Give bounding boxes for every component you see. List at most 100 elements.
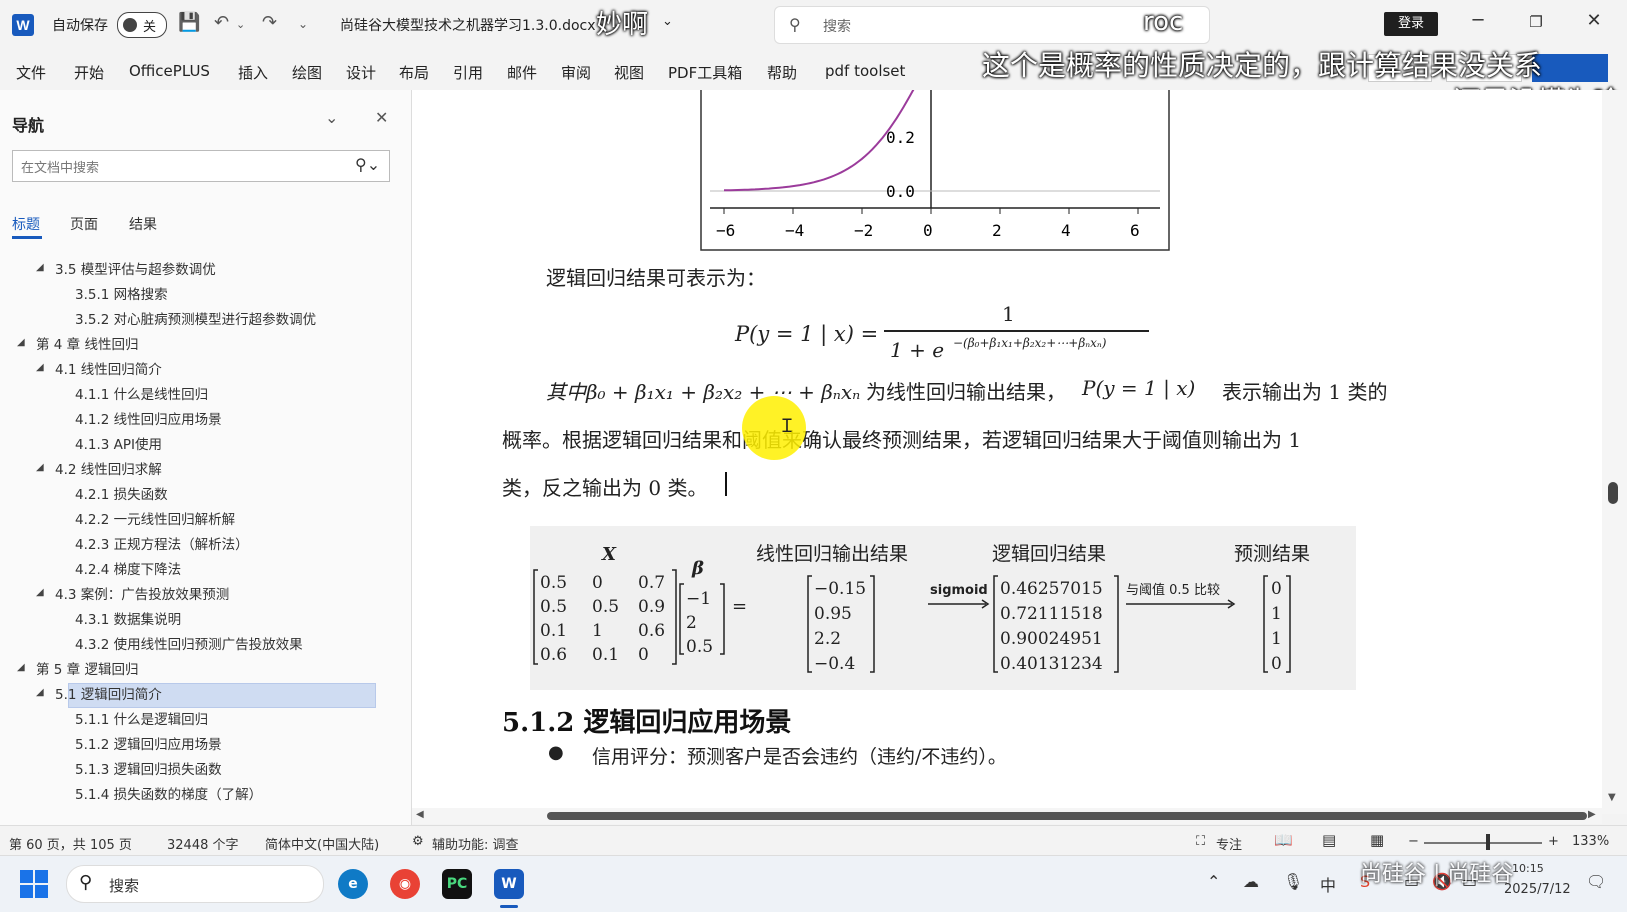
toc-item[interactable]: 4.3 案例：广告投放效果预测 <box>55 583 229 603</box>
share-button[interactable] <box>1532 54 1608 82</box>
horizontal-scroll-thumb[interactable] <box>547 812 1587 820</box>
toc-item[interactable]: 4.1.1 什么是线性回归 <box>75 383 208 403</box>
tab-headings[interactable]: 标题 <box>12 214 40 234</box>
autosave-toggle[interactable]: 关 <box>117 12 167 38</box>
tab-layout[interactable]: 布局 <box>399 62 429 83</box>
edge-icon[interactable]: e <box>338 869 368 899</box>
tab-results[interactable]: 结果 <box>129 214 157 234</box>
focus-mode-label[interactable]: 专注 <box>1216 834 1242 853</box>
toc-item-selected[interactable]: 5.1.1 什么是逻辑回归 <box>75 708 208 728</box>
document-title[interactable]: 尚硅谷大模型技术之机器学习1.3.0.docx <box>340 15 596 35</box>
toc-item[interactable]: 4.2 线性回归求解 <box>55 458 162 478</box>
navigation-pane: 导航 ⌄ ✕ 在文档中搜索 ⚲⌄ 标题 页面 结果 ◢ 3.5 模型评估与超参数… <box>0 90 412 825</box>
close-icon[interactable]: ✕ <box>375 108 388 127</box>
windows-start-icon[interactable] <box>20 870 48 898</box>
language-status[interactable]: 简体中文(中国大陆) <box>265 834 379 853</box>
collapse-icon[interactable]: ◢ <box>17 337 25 348</box>
tab-mailings[interactable]: 邮件 <box>507 62 537 83</box>
tab-pages[interactable]: 页面 <box>70 214 98 234</box>
tab-view[interactable]: 视图 <box>614 62 644 83</box>
toc-item[interactable]: 5.1 逻辑回归简介 <box>55 683 162 703</box>
ime-icon[interactable]: 中 <box>1320 872 1336 896</box>
toc-item[interactable]: 5.1.2 逻辑回归应用场景 <box>75 733 222 753</box>
tab-draw[interactable]: 绘图 <box>292 62 322 83</box>
zoom-in-icon[interactable]: + <box>1548 834 1559 849</box>
collapse-icon[interactable]: ◢ <box>36 462 44 473</box>
accessibility-status[interactable]: 辅助功能: 调查 <box>432 834 519 853</box>
toc-item[interactable]: 4.1.2 线性回归应用场景 <box>75 408 222 428</box>
toc-item[interactable]: 5.1.4 损失函数的梯度（了解） <box>75 783 262 803</box>
scroll-left-icon[interactable]: ◀ <box>416 809 424 820</box>
toc-item[interactable]: 4.1 线性回归简介 <box>55 358 162 378</box>
web-layout-icon[interactable]: ▦ <box>1370 831 1384 849</box>
login-button[interactable]: 登录 <box>1384 12 1438 36</box>
print-layout-icon[interactable]: ▤ <box>1322 831 1336 849</box>
global-search-box[interactable]: ⚲ 搜索 roc <box>774 6 1210 44</box>
pycharm-icon[interactable]: PC <box>442 869 472 899</box>
taskbar-search[interactable]: ⚲ 搜索 <box>66 865 324 903</box>
chrome-icon[interactable]: ◉ <box>390 869 420 899</box>
clock-date[interactable]: 2025/7/12 <box>1504 882 1571 897</box>
undo-icon[interactable]: ↶ <box>214 12 229 33</box>
collapse-icon[interactable]: ◢ <box>36 362 44 373</box>
tab-pdf-toolbox[interactable]: PDF工具箱 <box>668 62 742 83</box>
toc-item[interactable]: 4.3.2 使用线性回归预测广告投放效果 <box>75 633 303 653</box>
tab-pdf-toolset[interactable]: pdf toolset <box>825 62 905 80</box>
nav-search-input[interactable]: 在文档中搜索 ⚲⌄ <box>12 150 390 182</box>
tab-review[interactable]: 审阅 <box>561 62 591 83</box>
vertical-scrollbar[interactable]: ▼ <box>1602 90 1627 814</box>
toc-item[interactable]: 4.2.1 损失函数 <box>75 483 168 503</box>
toc-item[interactable]: 4.3.1 数据集说明 <box>75 608 181 628</box>
undo-dropdown-icon[interactable]: ⌄ <box>236 18 245 31</box>
toc-item[interactable]: 5.1.3 逻辑回归损失函数 <box>75 758 222 778</box>
collapse-icon[interactable]: ◢ <box>36 262 44 273</box>
save-icon[interactable]: 💾 <box>178 12 200 33</box>
zoom-level[interactable]: 133% <box>1572 834 1609 849</box>
tab-insert[interactable]: 插入 <box>238 62 268 83</box>
scroll-right-icon[interactable]: ▶ <box>1588 809 1596 820</box>
zoom-slider-thumb[interactable] <box>1486 834 1490 850</box>
tab-design[interactable]: 设计 <box>346 62 376 83</box>
scroll-down-icon[interactable]: ▼ <box>1608 792 1616 803</box>
tab-officeplus[interactable]: OfficePLUS <box>129 62 210 80</box>
collapse-icon[interactable]: ◢ <box>36 687 44 698</box>
word-taskbar-icon[interactable]: W <box>494 869 524 899</box>
zoom-out-icon[interactable]: − <box>1408 834 1419 849</box>
redo-icon[interactable]: ↷ <box>262 12 277 33</box>
document-page[interactable]: −6 −4 −2 0 2 4 6 0.2 0.0 逻辑回归结果可表示为： P(y = 1 | … <box>412 90 1602 814</box>
toc-item[interactable]: 4.1.3 API使用 <box>75 433 162 453</box>
tab-home[interactable]: 开始 <box>74 62 104 83</box>
onedrive-icon[interactable]: ☁ <box>1243 872 1259 891</box>
chevron-down-icon[interactable]: ⌄ <box>325 108 338 127</box>
toc-item[interactable]: 第 5 章 逻辑回归 <box>36 658 138 678</box>
close-window-icon[interactable]: ✕ <box>1579 10 1609 31</box>
read-mode-icon[interactable]: 📖 <box>1274 831 1293 849</box>
toc-item[interactable]: 3.5.2 对心脏病预测模型进行超参数调优 <box>75 308 316 328</box>
page-count[interactable]: 第 60 页，共 105 页 <box>9 834 132 853</box>
collapse-icon[interactable]: ◢ <box>36 587 44 598</box>
customize-toolbar-icon[interactable]: ⌄ <box>298 17 308 31</box>
toc-item[interactable]: 4.2.2 一元线性回归解析解 <box>75 508 235 528</box>
toc-item[interactable]: 3.5 模型评估与超参数调优 <box>55 258 216 278</box>
word-count[interactable]: 32448 个字 <box>167 834 239 853</box>
toc-item[interactable]: 4.2.4 梯度下降法 <box>75 558 181 578</box>
logit-cell: 0.40131234 <box>1000 654 1103 674</box>
collapse-icon[interactable]: ◢ <box>17 662 25 673</box>
search-icon[interactable]: ⚲⌄ <box>355 155 380 174</box>
tab-help[interactable]: 帮助 <box>767 62 797 83</box>
tab-references[interactable]: 引用 <box>453 62 483 83</box>
notification-icon[interactable]: 🗨 <box>1586 872 1606 891</box>
toc-item[interactable]: 3.5.1 网格搜索 <box>75 283 168 303</box>
restore-icon[interactable]: ❐ <box>1521 13 1551 31</box>
microphone-icon[interactable]: 🎙 <box>1283 872 1303 891</box>
tab-file[interactable]: 文件 <box>16 62 46 83</box>
vertical-scroll-thumb[interactable] <box>1608 482 1618 504</box>
zoom-slider-track[interactable] <box>1424 842 1542 844</box>
title-dropdown-icon[interactable]: ⌄ <box>662 14 673 29</box>
horizontal-scrollbar[interactable]: ◀ ▶ <box>412 808 1602 824</box>
para2-line2: 概率。根据逻辑回归结果和阈值来确认最终预测结果，若逻辑回归结果大于阈值则输出为 … <box>502 428 1302 452</box>
toc-item[interactable]: 第 4 章 线性回归 <box>36 333 138 353</box>
minimize-icon[interactable]: ─ <box>1463 10 1493 31</box>
tray-overflow-icon[interactable]: ⌃ <box>1207 872 1220 891</box>
toc-item[interactable]: 4.2.3 正规方程法（解析法） <box>75 533 249 553</box>
